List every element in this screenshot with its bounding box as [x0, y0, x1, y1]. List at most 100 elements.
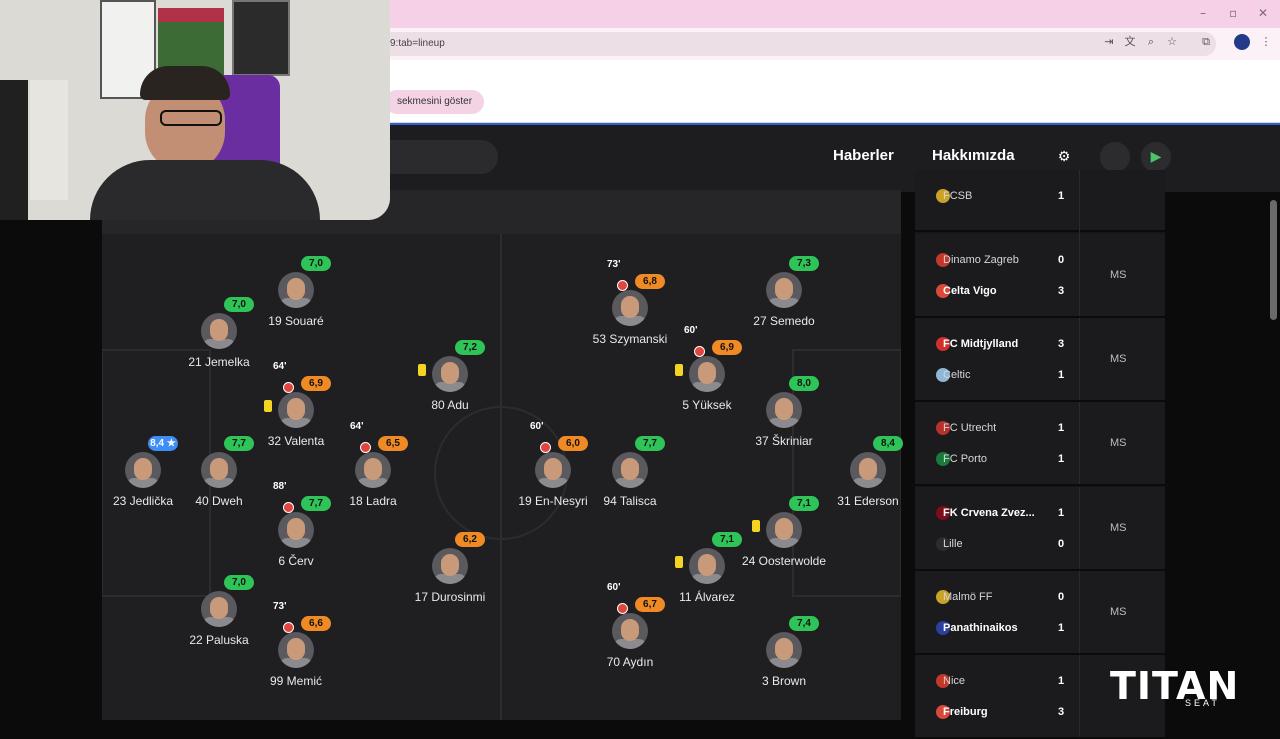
player-photo — [201, 452, 237, 488]
translate-icon[interactable]: 文 — [1122, 34, 1138, 50]
profile-avatar[interactable] — [1234, 34, 1250, 50]
extensions-icon[interactable]: ⧉ — [1198, 34, 1214, 50]
page-scrollbar[interactable] — [1270, 200, 1277, 320]
rating-badge: 6,9 — [712, 340, 742, 355]
team-score: 1 — [1058, 369, 1065, 381]
player-photo — [612, 290, 648, 326]
player-name: 32 Valenta — [267, 434, 325, 448]
match-status: MS — [1110, 606, 1127, 618]
rating-badge: 7,0 — [301, 256, 331, 271]
rating-badge: 7,0 — [224, 297, 254, 312]
nav-about[interactable]: Hakkımızda — [932, 147, 1015, 164]
match-status: MS — [1110, 522, 1127, 534]
player-photo — [850, 452, 886, 488]
player-name: 70 Aydın — [606, 655, 654, 669]
match-status: MS — [1110, 269, 1127, 281]
team-score: 1 — [1058, 453, 1065, 465]
player-name: 99 Memić — [269, 674, 322, 688]
titan-logo-sub: SEAT — [1185, 698, 1220, 708]
match-row[interactable]: Malmö FF 0 Panathinaikos 1 MS — [915, 571, 1165, 655]
player-photo — [612, 452, 648, 488]
player-name: 19 Souaré — [268, 314, 324, 328]
player-photo — [278, 272, 314, 308]
substitution-minute: 73' — [273, 601, 287, 612]
yellow-card-icon — [675, 556, 683, 568]
player-name: 11 Álvarez — [679, 590, 735, 604]
player-photo — [766, 632, 802, 668]
rating-badge: 6,2 — [455, 532, 485, 547]
substitution-icon — [540, 442, 551, 453]
team-score: 1 — [1058, 675, 1065, 687]
team-score: 3 — [1058, 285, 1065, 297]
team-name: FCSB — [943, 190, 973, 202]
bookmark-star-icon[interactable]: ☆ — [1164, 34, 1180, 50]
matches-panel: FCSB 1 Dinamo Zagreb 0 Celta Vigo 3 MS FC Midtj… — [915, 170, 1165, 739]
rating-badge: 7,7 — [635, 436, 665, 451]
close-window-button[interactable]: ✕ — [1258, 6, 1268, 20]
substitution-minute: 60' — [530, 421, 544, 432]
match-row[interactable]: FK Crvena Zvez... 1 Lille 0 MS — [915, 487, 1165, 571]
rating-badge: 6,0 — [558, 436, 588, 451]
nav-news[interactable]: Haberler — [833, 147, 894, 164]
yellow-card-icon — [675, 364, 683, 376]
team-score: 1 — [1058, 422, 1065, 434]
rating-badge: 8,0 — [789, 376, 819, 391]
show-tab-chip[interactable]: sekmesini göster — [385, 90, 485, 114]
substitution-icon — [360, 442, 371, 453]
substitution-icon — [694, 346, 705, 357]
player-photo — [766, 392, 802, 428]
player-photo — [689, 356, 725, 392]
substitution-minute: 73' — [607, 259, 621, 270]
substitution-minute: 60' — [607, 582, 621, 593]
substitution-minute: 64' — [350, 421, 364, 432]
team-score: 0 — [1058, 538, 1065, 550]
player-name: 22 Paluska — [189, 633, 249, 647]
player-name: 80 Adu — [431, 398, 469, 412]
google-play-icon[interactable]: ▶ — [1141, 142, 1171, 172]
player-name: 18 Ladra — [349, 494, 397, 508]
zoom-icon[interactable]: ⌕ — [1143, 34, 1159, 50]
player-name: 5 Yüksek — [682, 398, 732, 412]
minimize-button[interactable]: – — [1200, 6, 1206, 20]
team-score: 0 — [1058, 591, 1065, 603]
team-name: Nice — [943, 675, 966, 687]
team-score: 1 — [1058, 190, 1065, 202]
titan-logo: TITAN — [1110, 664, 1240, 708]
player-photo — [432, 356, 468, 392]
player-name: 94 Talisca — [603, 494, 657, 508]
player-name: 37 Škriniar — [755, 434, 813, 448]
gear-icon[interactable]: ⚙ — [1049, 142, 1079, 172]
player-name: 17 Durosinmi — [414, 590, 486, 604]
team-score: 1 — [1058, 622, 1065, 634]
substitution-icon — [283, 502, 294, 513]
install-app-icon[interactable]: ⇥ — [1101, 34, 1117, 50]
match-status: MS — [1110, 437, 1127, 449]
player-photo — [766, 512, 802, 548]
player-photo — [278, 512, 314, 548]
player-photo — [766, 272, 802, 308]
substitution-minute: 88' — [273, 481, 287, 492]
rating-badge: 6,9 — [301, 376, 331, 391]
webcam-overlay — [0, 0, 390, 220]
maximize-button[interactable]: ▫ — [1229, 6, 1237, 20]
rating-badge: 8,4 ★ — [148, 436, 178, 451]
match-row[interactable]: FC Utrecht 1 FC Porto 1 MS — [915, 402, 1165, 486]
address-bar[interactable]: 9:tab=lineup — [380, 32, 1216, 56]
search-input[interactable] — [380, 140, 498, 174]
match-row[interactable]: FCSB 1 — [915, 170, 1165, 252]
substitution-minute: 64' — [273, 361, 287, 372]
apple-icon[interactable] — [1100, 142, 1130, 172]
match-row[interactable]: Dinamo Zagreb 0 Celta Vigo 3 MS — [915, 234, 1165, 318]
player-name: 53 Szymanski — [592, 332, 668, 346]
rating-badge: 7,2 — [455, 340, 485, 355]
browser-menu-icon[interactable]: ⋮ — [1258, 34, 1274, 50]
match-row[interactable]: FC Midtjylland 3 Celtic 1 MS — [915, 318, 1165, 402]
rating-badge: 7,1 — [712, 532, 742, 547]
team-name: Celtic — [943, 369, 971, 381]
substitution-icon — [283, 382, 294, 393]
team-name: Panathinaikos — [943, 622, 1018, 634]
team-name: Malmö FF — [943, 591, 993, 603]
team-name: FC Midtjylland — [943, 338, 1019, 350]
rating-badge: 7,4 — [789, 616, 819, 631]
fan — [30, 80, 68, 200]
